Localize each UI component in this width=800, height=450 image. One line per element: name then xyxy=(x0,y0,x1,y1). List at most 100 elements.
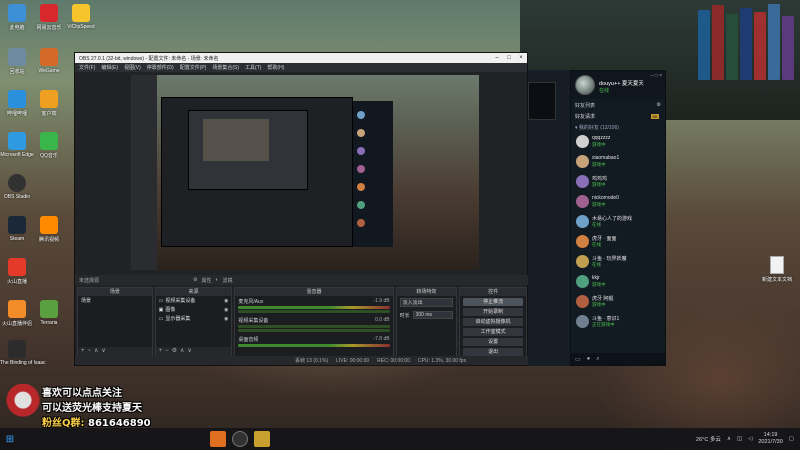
contact-item[interactable]: 斗鱼 · 玩界妖魔 在线 xyxy=(571,252,665,272)
desktop-icon-tencent-video[interactable]: 腾讯视频 xyxy=(32,216,66,250)
desktop-icon-obs[interactable]: OBS Studio xyxy=(0,174,34,208)
filters-button[interactable]: 滤镜 xyxy=(223,277,233,284)
obs-statusbar: 丢帧 13 (0.1%) LIVE: 00:00:00 REC: 00:00:0… xyxy=(75,356,529,365)
desktop-icon-wegame[interactable]: WeGame xyxy=(32,48,66,82)
maximize-icon[interactable]: □ xyxy=(503,55,515,61)
windows-start-icon[interactable]: ⊞ xyxy=(0,434,20,445)
overlay-mascot xyxy=(6,384,40,430)
source-item-video-capture[interactable]: ▭ 视频采集设备 ◉ xyxy=(156,296,232,305)
menu-profile[interactable]: 配置文件(P) xyxy=(180,64,207,71)
desktop-icon-huoshan-helper[interactable]: 火山直播伴侣 xyxy=(0,300,34,334)
obs-titlebar[interactable]: OBS 27.0.1 (32-bit, windows) - 配置文件: 未命名… xyxy=(75,53,527,63)
desktop-icon-qq-music[interactable]: QQ音乐 xyxy=(32,132,66,166)
desktop-icon-steam[interactable]: Steam xyxy=(0,216,34,250)
scenes-dock-title: 场景 xyxy=(78,288,152,296)
taskbar-app-explorer[interactable] xyxy=(254,431,270,447)
studio-mode-button[interactable]: 工作室模式 xyxy=(463,328,523,336)
overlay-line-follow: 喜欢可以点点关注 xyxy=(42,388,122,399)
desktop-icon-client[interactable]: 客户端 xyxy=(32,90,66,124)
start-recording-button[interactable]: 开始录制 xyxy=(463,308,523,316)
contact-item[interactable]: kkjr 游戏中 xyxy=(571,272,665,292)
contact-status: 游戏中 xyxy=(592,202,606,207)
virtual-camera-button[interactable]: 启动虚拟摄像机 xyxy=(463,318,523,326)
contact-name: kkjr xyxy=(592,275,600,281)
source-item-display-capture[interactable]: ▭ 显示器采集 ◉ xyxy=(156,314,232,323)
source-item-image[interactable]: ▣ 图像 ◉ xyxy=(156,305,232,314)
minimize-icon[interactable]: – xyxy=(491,55,503,61)
contact-name: nickomode0 xyxy=(592,195,619,201)
mixer-channel-desktop[interactable]: 桌面音频 -7.8 dB xyxy=(235,334,392,349)
contact-item[interactable]: 虎牙 阿鲲 游戏中 xyxy=(571,292,665,312)
overlay-line-support: 可以送荧光棒支持夏天 xyxy=(42,403,142,414)
gear-icon[interactable]: ⚙ xyxy=(193,277,197,283)
desktop-icon-terraria[interactable]: Terraria xyxy=(32,300,66,334)
menu-view[interactable]: 视图(V) xyxy=(124,64,141,71)
menu-file[interactable]: 文件(F) xyxy=(79,64,95,71)
tray-chevron-icon[interactable]: ∧ xyxy=(727,436,731,442)
contact-name: 虎牙 · 面面 xyxy=(592,236,617,242)
message-icon[interactable]: ▭ xyxy=(575,356,581,363)
menu-scene-collection[interactable]: 场景集合(S) xyxy=(212,64,239,71)
user-status[interactable]: 在线 xyxy=(599,87,609,94)
notification-icon[interactable]: ▢ xyxy=(789,436,794,442)
contact-item[interactable]: nickomode0 游戏中 xyxy=(571,192,665,212)
contact-status: 在线 xyxy=(592,242,601,247)
sources-dock-toolbar[interactable]: +−⚙∧∨ xyxy=(155,347,232,356)
transition-type-select[interactable]: 淡入淡出 xyxy=(397,296,457,309)
search-icon[interactable]: ⌕ xyxy=(596,356,599,363)
contact-item[interactable]: xiaomabao1 游戏中 xyxy=(571,152,665,172)
desktop-icons: 此电脑 网易云音乐 ViClipSpeed 回收站 WeGame 哔哩哔哩 客户… xyxy=(0,0,95,420)
volume-slider[interactable] xyxy=(238,310,390,313)
mixer-dock: 混音器 麦克风/Aux -1.9 dB 视频采集设备 0.0 dB 桌面音频 -7.8… xyxy=(234,287,394,357)
desktop-icon-recycle-bin[interactable]: 回收站 xyxy=(0,48,34,82)
weather-widget[interactable]: 26°C 多云 xyxy=(696,435,721,443)
properties-button[interactable]: 属性 xyxy=(202,277,212,284)
desktop-icon-isaac[interactable]: The Binding of Isaac xyxy=(0,340,46,374)
avatar[interactable] xyxy=(575,75,595,95)
menu-edit[interactable]: 编辑(E) xyxy=(101,64,118,71)
menu-docks[interactable]: 停靠部件(D) xyxy=(147,64,174,71)
contact-item[interactable]: 木易心人了的游戏 在线 xyxy=(571,212,665,232)
gear-icon[interactable]: ⚙ xyxy=(657,102,661,108)
transition-duration[interactable]: 时长 300 ms xyxy=(397,309,457,321)
friend-requests[interactable]: 好友请求 99 xyxy=(571,111,665,122)
settings-button[interactable]: 设置 xyxy=(463,338,523,346)
system-tray: 26°C 多云 ∧ ◫ ◁ 14:19 2021/7/30 ▢ xyxy=(696,432,800,446)
mixer-channel-mic[interactable]: 麦克风/Aux -1.9 dB xyxy=(235,296,392,315)
monitor-icon: ▭ xyxy=(158,297,164,304)
menu-tools[interactable]: 工具(T) xyxy=(245,64,261,71)
scene-item[interactable]: 场景 xyxy=(78,296,152,305)
volume-icon[interactable]: ◁ xyxy=(748,436,752,442)
mixer-channel-video[interactable]: 视频采集设备 0.0 dB xyxy=(235,315,392,334)
desktop-icon-netease-music[interactable]: 网易云音乐 xyxy=(32,4,66,38)
desktop-icon-computer[interactable]: 此电脑 xyxy=(0,4,34,38)
filter-icon[interactable]: ◐ xyxy=(216,277,219,283)
image-icon: ▣ xyxy=(158,306,164,313)
contact-item[interactable]: 鸡鸡鸡 游戏中 xyxy=(571,172,665,192)
desktop-icon-huoshan[interactable]: 火山直播 xyxy=(0,258,34,292)
desktop-icon-text-file[interactable]: 新建文本文档 xyxy=(760,256,794,283)
menu-help[interactable]: 帮助(H) xyxy=(267,64,284,71)
friend-group-header[interactable]: ▾ 我的好友 (12/106) xyxy=(571,122,665,132)
contact-item[interactable]: 斗鱼 · 意识1 正在游戏中 xyxy=(571,312,665,332)
desktop-icon-edge[interactable]: Microsoft Edge xyxy=(0,132,34,166)
network-icon[interactable]: ◫ xyxy=(737,436,742,442)
taskbar-app-huoshan[interactable] xyxy=(210,431,226,447)
scenes-dock-toolbar[interactable]: +−∧∨ xyxy=(78,347,152,356)
contact-item[interactable]: 虎牙 · 面面 在线 xyxy=(571,232,665,252)
contact-item[interactable]: qqqzzzz 游戏中 xyxy=(571,132,665,152)
desktop-icon-viclip[interactable]: ViClipSpeed xyxy=(64,4,98,38)
tab-friends[interactable]: 好友列表 xyxy=(575,102,595,109)
exit-button[interactable]: 退出 xyxy=(463,348,523,356)
desktop-icon-bilibili[interactable]: 哔哩哔哩 xyxy=(0,90,34,124)
taskbar-app-obs[interactable] xyxy=(232,431,248,447)
window-controls[interactable]: – □ × xyxy=(651,73,663,79)
stop-streaming-button[interactable]: 停止推流 xyxy=(463,298,523,306)
obs-window: OBS 27.0.1 (32-bit, windows) - 配置文件: 未命名… xyxy=(74,52,529,366)
volume-slider[interactable] xyxy=(238,329,390,332)
close-icon[interactable]: × xyxy=(515,55,527,61)
obs-preview[interactable] xyxy=(131,75,479,270)
avatar xyxy=(576,295,589,308)
clock[interactable]: 14:19 2021/7/30 xyxy=(758,432,782,446)
user-icon[interactable]: ● xyxy=(587,356,591,362)
